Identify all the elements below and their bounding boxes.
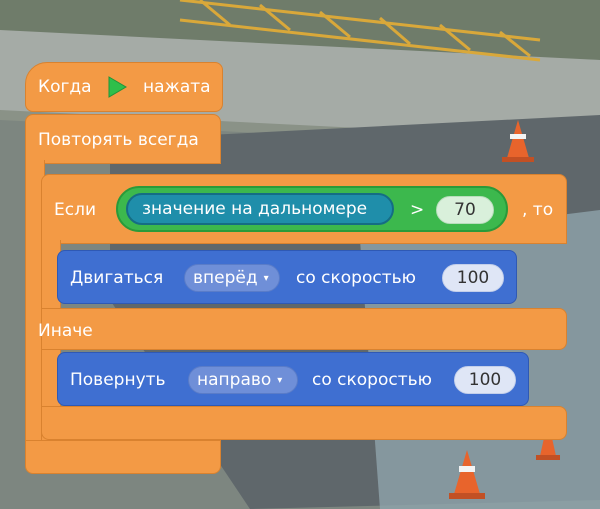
workspace: Когда нажата Повторять всегда Если , то …: [0, 0, 600, 509]
move-direction-dropdown[interactable]: вперёд ▾: [184, 264, 280, 292]
compare-value-input[interactable]: 70: [436, 196, 494, 224]
forever-label: Повторять всегда: [38, 130, 199, 150]
else-section: Иначе: [38, 308, 567, 350]
hat-label-when: Когда: [38, 77, 92, 97]
distance-sensor-label: значение на дальномере: [142, 199, 368, 219]
greater-than-operator-block[interactable]: значение на дальномере > 70: [116, 186, 508, 232]
else-label: Иначе: [38, 321, 93, 341]
if-label: Если: [54, 200, 97, 220]
move-direction-value: вперёд: [193, 268, 258, 288]
move-label: Двигаться: [70, 268, 164, 288]
distance-sensor-reporter[interactable]: значение на дальномере: [126, 193, 394, 225]
then-label: , то: [522, 200, 554, 220]
turn-speed-label: со скоростью: [312, 370, 432, 390]
turn-label: Повернуть: [70, 370, 166, 390]
turn-speed-input[interactable]: 100: [454, 366, 516, 394]
turn-direction-value: направо: [197, 370, 272, 390]
forever-block-footer: [25, 440, 221, 474]
forever-block[interactable]: Повторять всегда: [25, 114, 221, 164]
move-speed-label: со скоростью: [296, 268, 416, 288]
hat-label-clicked: нажата: [143, 77, 211, 97]
when-flag-clicked-block[interactable]: Когда нажата: [25, 62, 223, 112]
green-flag-icon[interactable]: [107, 76, 127, 98]
move-speed-input[interactable]: 100: [442, 264, 504, 292]
chevron-down-icon: ▾: [277, 374, 283, 386]
turn-direction-dropdown[interactable]: направо ▾: [188, 366, 298, 394]
turn-block[interactable]: Повернуть направо ▾ со скоростью 100: [57, 352, 529, 406]
chevron-down-icon: ▾: [263, 272, 269, 284]
if-else-footer: [41, 406, 567, 440]
move-block[interactable]: Двигаться вперёд ▾ со скоростью 100: [57, 250, 517, 304]
operator-symbol: >: [410, 200, 425, 220]
